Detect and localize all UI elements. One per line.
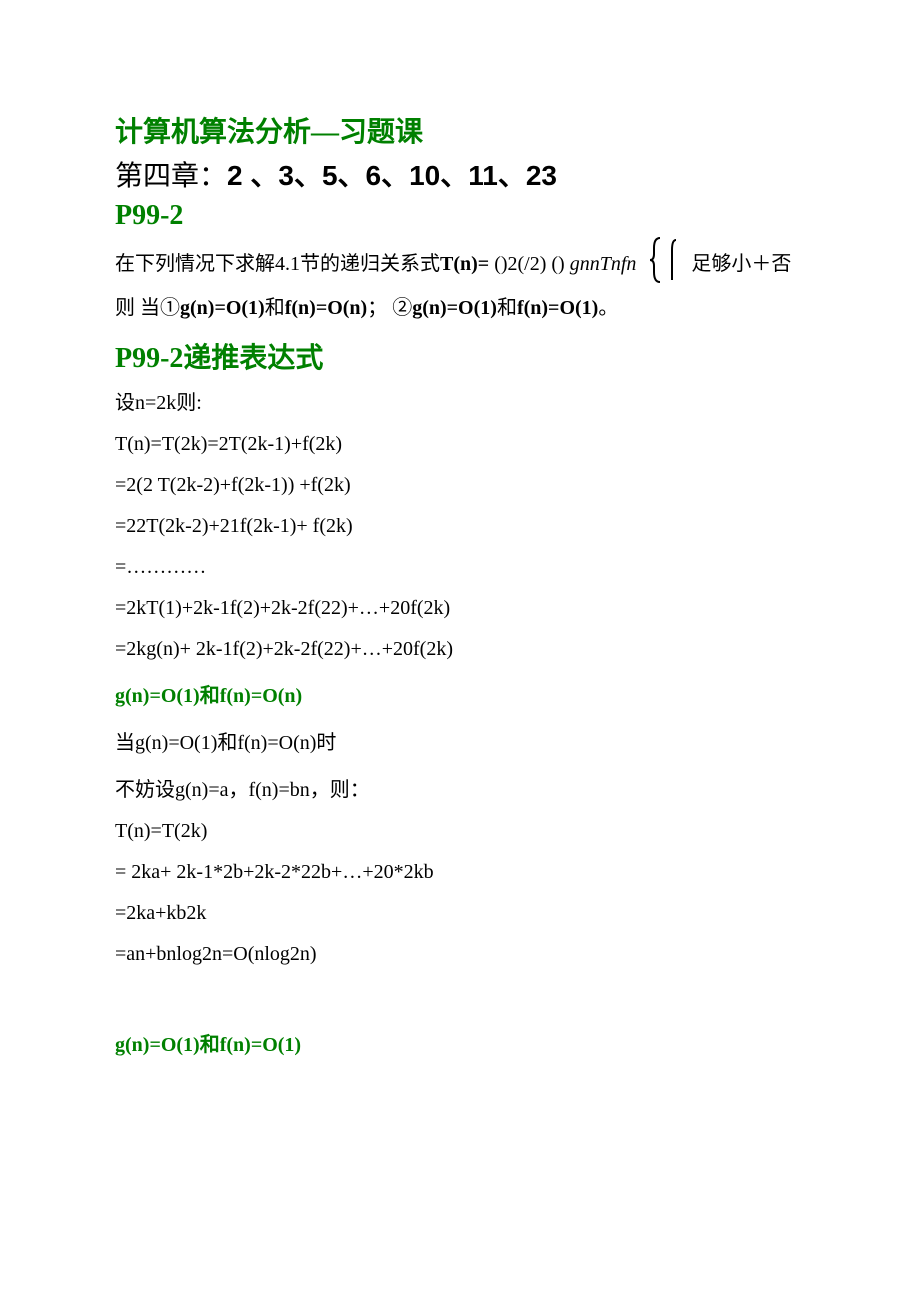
text-span: 在下列情况下求解4.1节的递归关系式 (115, 253, 440, 275)
formula-bold: g(n)=O(1) (412, 297, 497, 319)
main-title: 计算机算法分析—习题课 (115, 110, 805, 150)
document-page: 计算机算法分析—习题课 第四章：2 、3、5、6、10、11、23 P99-2 … (0, 0, 920, 1111)
math-line: T(n)=T(2k)=2T(2k-1)+f(2k) (115, 433, 805, 456)
subsection-heading-case2: g(n)=O(1)和f(n)=O(1) (115, 1028, 805, 1057)
spacer (115, 984, 805, 1014)
formula-bold: g(n)=O(1) (115, 685, 200, 707)
formula-bold: f(n)=O(1) (517, 297, 598, 319)
math-line: 当g(n)=O(1)和f(n)=O(n)时 (115, 726, 805, 755)
math-line: =an+bnlog2n=O(nlog2n) (115, 943, 805, 966)
formula-bold: f(n)=O(n) (220, 685, 303, 707)
subsection-heading-case1: g(n)=O(1)和f(n)=O(n) (115, 679, 805, 708)
math-line: =2kT(1)+2k-1f(2)+2k-2f(22)+…+20f(2k) (115, 597, 805, 620)
curly-brace-icon (636, 244, 686, 286)
section-heading-p99-2: P99-2 (115, 200, 805, 232)
math-line: = 2ka+ 2k-1*2b+2k-2*22b+…+20*2kb (115, 861, 805, 884)
subtitle-prefix: 第四章： (115, 161, 227, 192)
text-span: 和 (265, 297, 285, 319)
math-line: 设n=2k则: (115, 386, 805, 415)
formula-bold: T(n)= (440, 253, 489, 275)
problem-statement: 在下列情况下求解4.1节的递归关系式T(n)= ()2(/2) () gnnTn… (115, 242, 805, 330)
math-line: 不妨设g(n)=a，f(n)=bn，则： (115, 773, 805, 802)
formula-bold: f(n)=O(1) (220, 1034, 301, 1056)
text-span: 和 (200, 685, 220, 707)
text-span: 和 (497, 297, 517, 319)
formula-bold: f(n)=O(n) (285, 297, 368, 319)
formula-bold: g(n)=O(1) (115, 1034, 200, 1056)
math-line: =22T(2k-2)+21f(2k-1)+ f(2k) (115, 515, 805, 538)
math-line: =2kg(n)+ 2k-1f(2)+2k-2f(22)+…+20f(2k) (115, 638, 805, 661)
text-span: 。 (598, 297, 618, 319)
chapter-subtitle: 第四章：2 、3、5、6、10、11、23 (115, 154, 805, 194)
subtitle-numbers: 2 、3、5、6、10、11、23 (227, 160, 557, 191)
math-line: =2ka+kb2k (115, 902, 805, 925)
text-span: ()2(/2) () (489, 253, 570, 275)
math-line: T(n)=T(2k) (115, 820, 805, 843)
formula-italic: gnnTnfn (570, 253, 637, 275)
formula-bold: g(n)=O(1) (180, 297, 265, 319)
text-span: ； ② (367, 297, 412, 319)
math-line: =………… (115, 556, 805, 579)
section-heading-recursion: P99-2递推表达式 (115, 336, 805, 376)
text-span: 和 (200, 1034, 220, 1056)
math-line: =2(2 T(2k-2)+f(2k-1)) +f(2k) (115, 474, 805, 497)
